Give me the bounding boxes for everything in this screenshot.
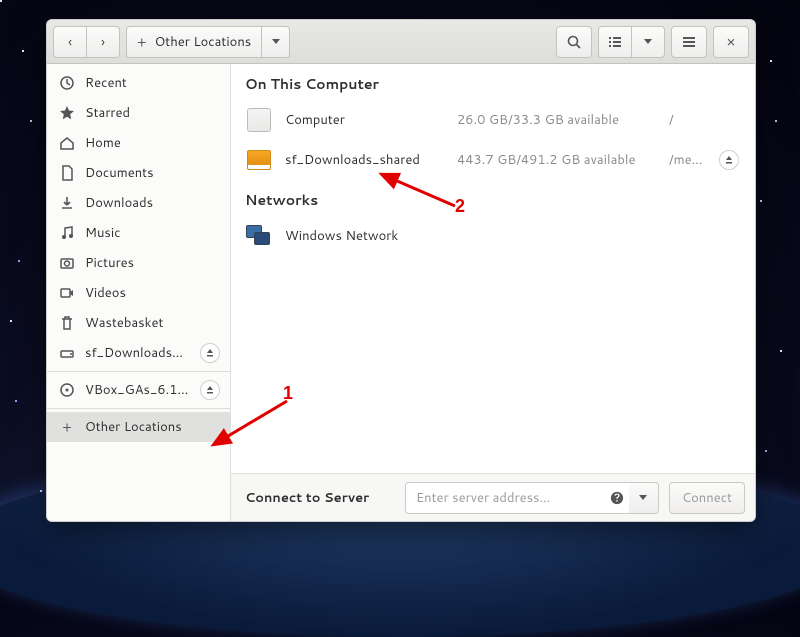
path-label: Other Locations — [155, 33, 252, 51]
network-name: Windows Network — [285, 227, 445, 245]
places-sidebar: Recent Starred Home Documents Downloads … — [47, 64, 231, 521]
header-bar: ‹ › + Other Locations — [47, 20, 755, 64]
sidebar-item-label: Recent — [85, 74, 220, 92]
sidebar-item-label: Pictures — [85, 254, 220, 272]
download-icon — [59, 195, 75, 211]
trash-icon — [59, 315, 75, 331]
view-mode-buttons — [598, 26, 665, 58]
sidebar-item-recent[interactable]: Recent — [47, 68, 230, 98]
connect-button[interactable]: Connect — [669, 482, 745, 514]
document-icon — [59, 165, 75, 181]
nav-buttons: ‹ › — [53, 26, 120, 58]
sidebar-mount-vbox-gas[interactable]: VBox_GAs_6.1.16 — [47, 375, 230, 405]
network-row-windows[interactable]: Windows Network — [231, 216, 755, 256]
sidebar-item-pictures[interactable]: Pictures — [47, 248, 230, 278]
sidebar-item-videos[interactable]: Videos — [47, 278, 230, 308]
hamburger-icon — [681, 34, 697, 50]
drive-icon — [59, 345, 75, 361]
sidebar-mount-sf-downloads[interactable]: sf_Downloads_shared — [47, 338, 230, 368]
sidebar-item-home[interactable]: Home — [47, 128, 230, 158]
sidebar-separator — [47, 371, 230, 372]
external-drive-icon — [245, 146, 273, 174]
sidebar-item-label: Wastebasket — [85, 314, 220, 332]
drive-available: 26.0 GB/33.3 GB available — [457, 111, 657, 129]
star-icon — [59, 105, 75, 121]
list-icon — [607, 34, 623, 50]
disc-icon — [59, 382, 75, 398]
sidebar-item-downloads[interactable]: Downloads — [47, 188, 230, 218]
forward-button[interactable]: › — [86, 26, 120, 58]
sidebar-item-label: Downloads — [85, 194, 220, 212]
sidebar-item-label: Videos — [85, 284, 220, 302]
video-icon — [59, 285, 75, 301]
music-icon — [59, 225, 75, 241]
chevron-right-icon: › — [101, 35, 105, 49]
hdd-icon — [245, 106, 273, 134]
connect-to-server-bar: Connect to Server Connect — [231, 473, 755, 521]
section-header-networks: Networks — [231, 180, 755, 216]
triangle-down-icon — [644, 39, 652, 44]
sidebar-item-label: Documents — [85, 164, 220, 182]
close-window-button[interactable]: × — [713, 26, 749, 58]
server-address-input[interactable] — [405, 482, 631, 514]
path-button-other-locations[interactable]: + Other Locations — [126, 26, 262, 58]
eject-icon — [725, 156, 733, 164]
server-address-group — [405, 482, 659, 514]
drive-path: /media/s…s_shared — [669, 151, 707, 169]
triangle-down-icon — [272, 39, 280, 44]
window-body: Recent Starred Home Documents Downloads … — [47, 64, 755, 521]
eject-button[interactable] — [719, 150, 739, 170]
search-icon — [566, 34, 582, 50]
drive-available: 443.7 GB/491.2 GB available — [457, 151, 657, 169]
drive-name: sf_Downloads_shared — [285, 151, 445, 169]
eject-button[interactable] — [200, 343, 220, 363]
home-icon — [59, 135, 75, 151]
drive-path: / — [669, 111, 707, 129]
search-button[interactable] — [556, 26, 592, 58]
sidebar-item-label: Starred — [85, 104, 220, 122]
clock-icon — [59, 75, 75, 91]
sidebar-item-label: Other Locations — [85, 418, 220, 436]
sidebar-item-label: VBox_GAs_6.1.16 — [85, 381, 190, 399]
sidebar-separator — [47, 408, 230, 409]
file-manager-window: ‹ › + Other Locations — [46, 19, 756, 522]
drive-name: Computer — [285, 111, 445, 129]
view-options-button[interactable] — [631, 26, 665, 58]
drive-row-computer[interactable]: Computer 26.0 GB/33.3 GB available / — [231, 100, 755, 140]
plus-icon: + — [137, 32, 147, 52]
plus-icon: + — [59, 419, 75, 435]
back-button[interactable]: ‹ — [53, 26, 87, 58]
sidebar-item-wastebasket[interactable]: Wastebasket — [47, 308, 230, 338]
sidebar-item-starred[interactable]: Starred — [47, 98, 230, 128]
path-dropdown-button[interactable] — [262, 26, 290, 58]
server-history-button[interactable] — [629, 482, 659, 514]
drive-row-sf-downloads[interactable]: sf_Downloads_shared 443.7 GB/491.2 GB av… — [231, 140, 755, 180]
eject-icon — [206, 386, 214, 394]
section-header-computer: On This Computer — [231, 64, 755, 100]
list-view-button[interactable] — [598, 26, 632, 58]
close-icon: × — [726, 31, 736, 52]
connect-label: Connect to Server — [245, 489, 395, 507]
eject-icon — [206, 349, 214, 357]
eject-button[interactable] — [200, 380, 220, 400]
hamburger-menu-button[interactable] — [671, 26, 707, 58]
sidebar-item-documents[interactable]: Documents — [47, 158, 230, 188]
network-icon — [245, 222, 273, 250]
main-panel: On This Computer Computer 26.0 GB/33.3 G… — [231, 64, 755, 521]
triangle-down-icon — [639, 495, 647, 500]
camera-icon — [59, 255, 75, 271]
sidebar-item-label: sf_Downloads_shared — [85, 344, 190, 362]
chevron-left-icon: ‹ — [68, 35, 72, 49]
sidebar-item-other-locations[interactable]: + Other Locations — [47, 412, 230, 442]
sidebar-item-label: Home — [85, 134, 220, 152]
path-bar: + Other Locations — [126, 26, 290, 58]
sidebar-item-music[interactable]: Music — [47, 218, 230, 248]
sidebar-item-label: Music — [85, 224, 220, 242]
